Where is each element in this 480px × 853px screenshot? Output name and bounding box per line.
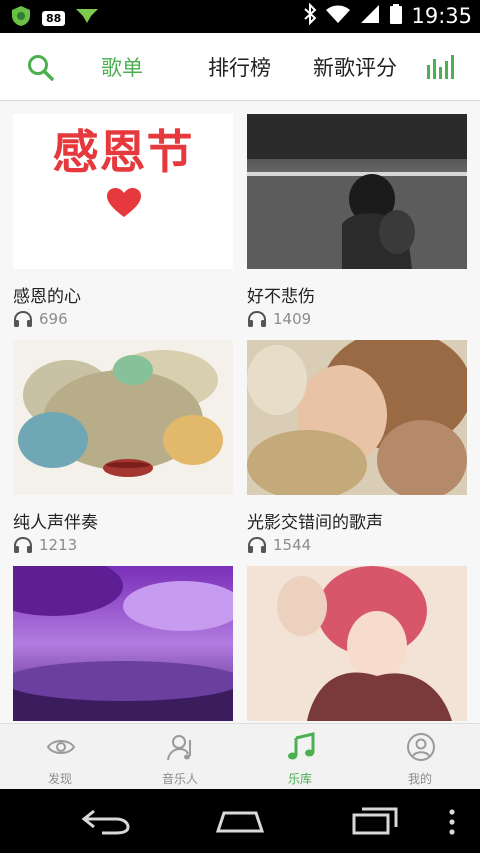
headphones-icon bbox=[14, 310, 32, 327]
tab-new-song-rating[interactable]: 新歌评分 bbox=[313, 52, 397, 82]
playlist-title: 光影交错间的歌声 bbox=[247, 513, 383, 533]
recent-apps-icon[interactable] bbox=[350, 805, 402, 839]
notification-badge: 88 bbox=[42, 10, 66, 26]
playlist-cover[interactable] bbox=[247, 566, 467, 721]
nav-label: 乐库 bbox=[287, 772, 312, 786]
play-count: 1544 bbox=[247, 536, 311, 554]
headphones-icon bbox=[14, 536, 32, 553]
tab-playlists[interactable]: 歌单 bbox=[101, 52, 143, 82]
wifi-icon bbox=[325, 3, 351, 29]
nav-label: 我的 bbox=[407, 772, 432, 786]
playlist-card[interactable] bbox=[13, 566, 233, 721]
signal-icon bbox=[359, 3, 381, 29]
playlist-card[interactable]: 好不悲伤 1409 bbox=[247, 114, 467, 328]
bottom-navigation: 发现 音乐人 乐库 我的 bbox=[0, 723, 480, 789]
playlist-card[interactable]: 纯人声伴奏 1213 bbox=[13, 340, 233, 554]
play-count-value: 1544 bbox=[273, 536, 312, 554]
overflow-menu-icon[interactable] bbox=[447, 809, 457, 839]
nav-item-discover[interactable]: 发现 bbox=[0, 724, 120, 790]
tab-charts[interactable]: 排行榜 bbox=[208, 52, 271, 82]
nav-item-musicians[interactable]: 音乐人 bbox=[120, 724, 240, 790]
playlist-title: 纯人声伴奏 bbox=[13, 513, 98, 533]
shield-app-icon bbox=[10, 5, 32, 31]
playlist-cover[interactable] bbox=[13, 340, 233, 495]
now-playing-equalizer-icon[interactable] bbox=[426, 55, 456, 83]
musician-icon bbox=[166, 732, 196, 762]
headphones-icon bbox=[248, 310, 266, 327]
play-count-value: 1409 bbox=[273, 310, 312, 328]
status-bar: 88 19:35 bbox=[0, 0, 480, 33]
heart-icon bbox=[107, 188, 141, 217]
playlist-card[interactable] bbox=[247, 566, 467, 721]
playlist-card[interactable]: 感恩节 感恩的心 696 bbox=[13, 114, 233, 328]
clock: 19:35 bbox=[411, 4, 472, 28]
playlist-cover[interactable] bbox=[247, 340, 467, 495]
playlist-grid: 感恩节 感恩的心 696 好不悲伤 1409 纯人声伴奏 1213 光影交错间的… bbox=[0, 101, 480, 723]
home-icon[interactable] bbox=[214, 807, 266, 839]
cover-caption: 感恩节 bbox=[52, 125, 194, 179]
eye-icon bbox=[46, 732, 76, 762]
app-notification-icon bbox=[75, 7, 99, 29]
play-count: 1213 bbox=[13, 536, 77, 554]
search-icon[interactable] bbox=[26, 53, 56, 83]
nav-label: 音乐人 bbox=[161, 772, 198, 786]
playlist-cover[interactable] bbox=[13, 566, 233, 721]
play-count-value: 696 bbox=[39, 310, 68, 328]
battery-icon bbox=[389, 3, 403, 29]
play-count-value: 1213 bbox=[39, 536, 78, 554]
system-navigation-bar bbox=[0, 789, 480, 853]
playlist-cover[interactable]: 感恩节 bbox=[13, 114, 233, 269]
play-count: 696 bbox=[13, 310, 68, 328]
bluetooth-icon bbox=[303, 2, 317, 29]
profile-icon bbox=[406, 732, 436, 762]
back-icon[interactable] bbox=[80, 807, 132, 839]
headphones-icon bbox=[248, 536, 266, 553]
nav-item-library[interactable]: 乐库 bbox=[240, 724, 360, 790]
playlist-title: 感恩的心 bbox=[13, 287, 81, 307]
music-note-icon bbox=[286, 732, 316, 762]
top-tab-bar: 歌单 排行榜 新歌评分 bbox=[0, 33, 480, 101]
nav-item-profile[interactable]: 我的 bbox=[360, 724, 480, 790]
playlist-card[interactable]: 光影交错间的歌声 1544 bbox=[247, 340, 467, 554]
play-count: 1409 bbox=[247, 310, 311, 328]
playlist-title: 好不悲伤 bbox=[247, 287, 315, 307]
nav-label: 发现 bbox=[47, 772, 72, 786]
playlist-cover[interactable] bbox=[247, 114, 467, 269]
